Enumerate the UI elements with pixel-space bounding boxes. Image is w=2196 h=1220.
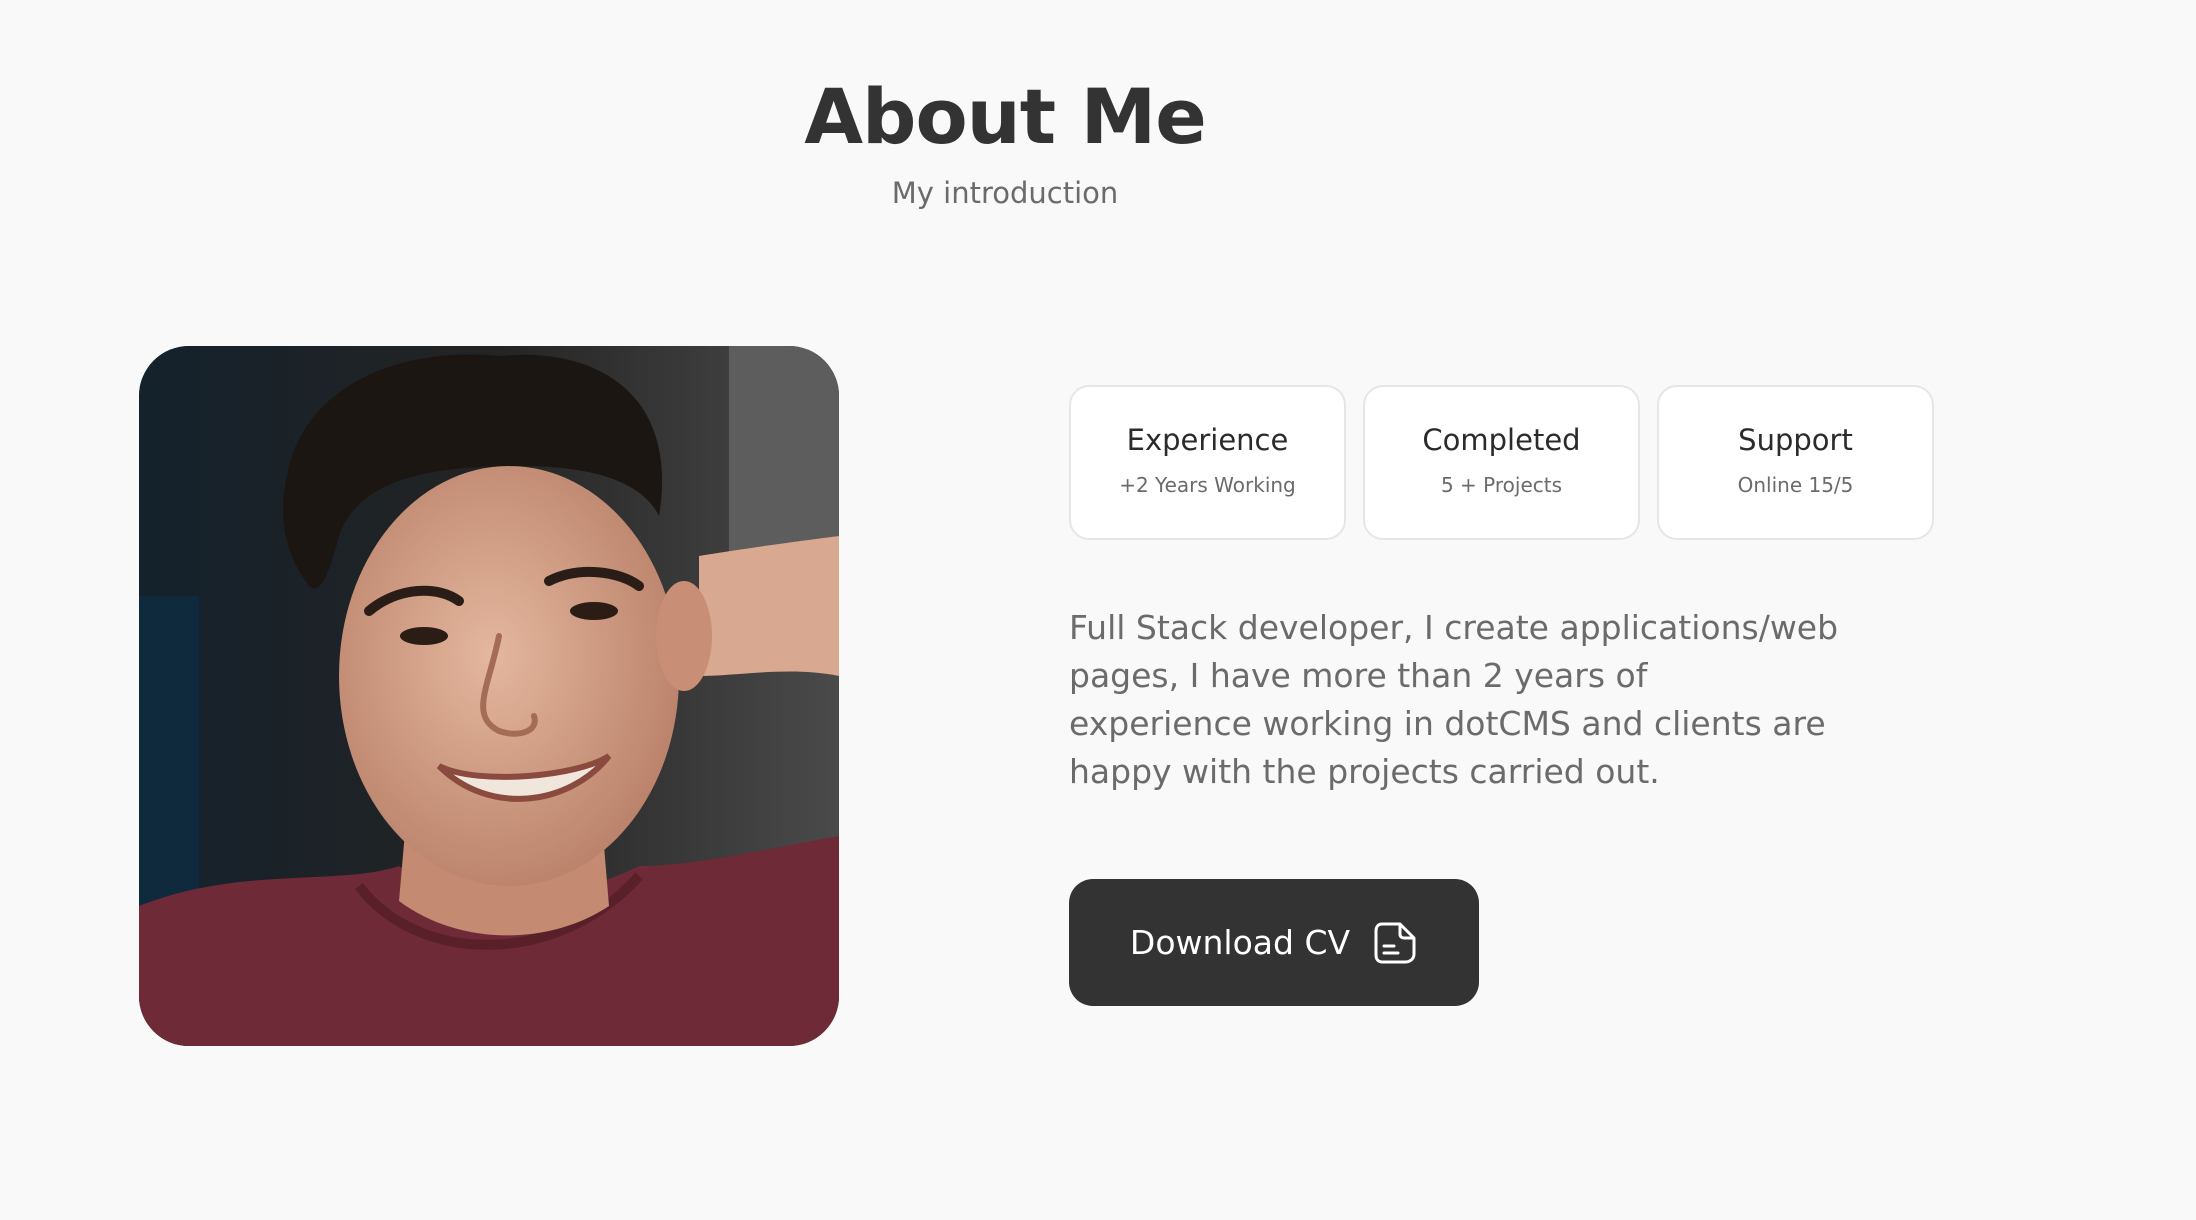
stat-subtitle: +2 Years Working <box>1119 473 1296 497</box>
stat-card-experience: Experience +2 Years Working <box>1069 385 1346 540</box>
document-icon <box>1372 920 1418 966</box>
download-cv-label: Download CV <box>1129 923 1351 962</box>
page-title: About Me <box>804 72 1207 161</box>
page-subtitle: My introduction <box>891 176 1119 210</box>
about-description: Full Stack developer, I create applicati… <box>1069 608 1839 791</box>
stat-subtitle: 5 + Projects <box>1440 473 1563 497</box>
stat-title: Experience <box>1126 423 1289 457</box>
stat-card-completed: Completed 5 + Projects <box>1363 385 1640 540</box>
stat-card-support: Support Online 15/5 <box>1657 385 1934 540</box>
stat-title: Completed <box>1422 423 1581 457</box>
stat-title: Support <box>1738 423 1853 457</box>
stat-subtitle: Online 15/5 <box>1737 473 1854 497</box>
stats-cards: Experience +2 Years Working Completed 5 … <box>1069 385 1934 540</box>
profile-photo <box>139 346 839 1046</box>
download-cv-button[interactable]: Download CV <box>1069 879 1479 1006</box>
